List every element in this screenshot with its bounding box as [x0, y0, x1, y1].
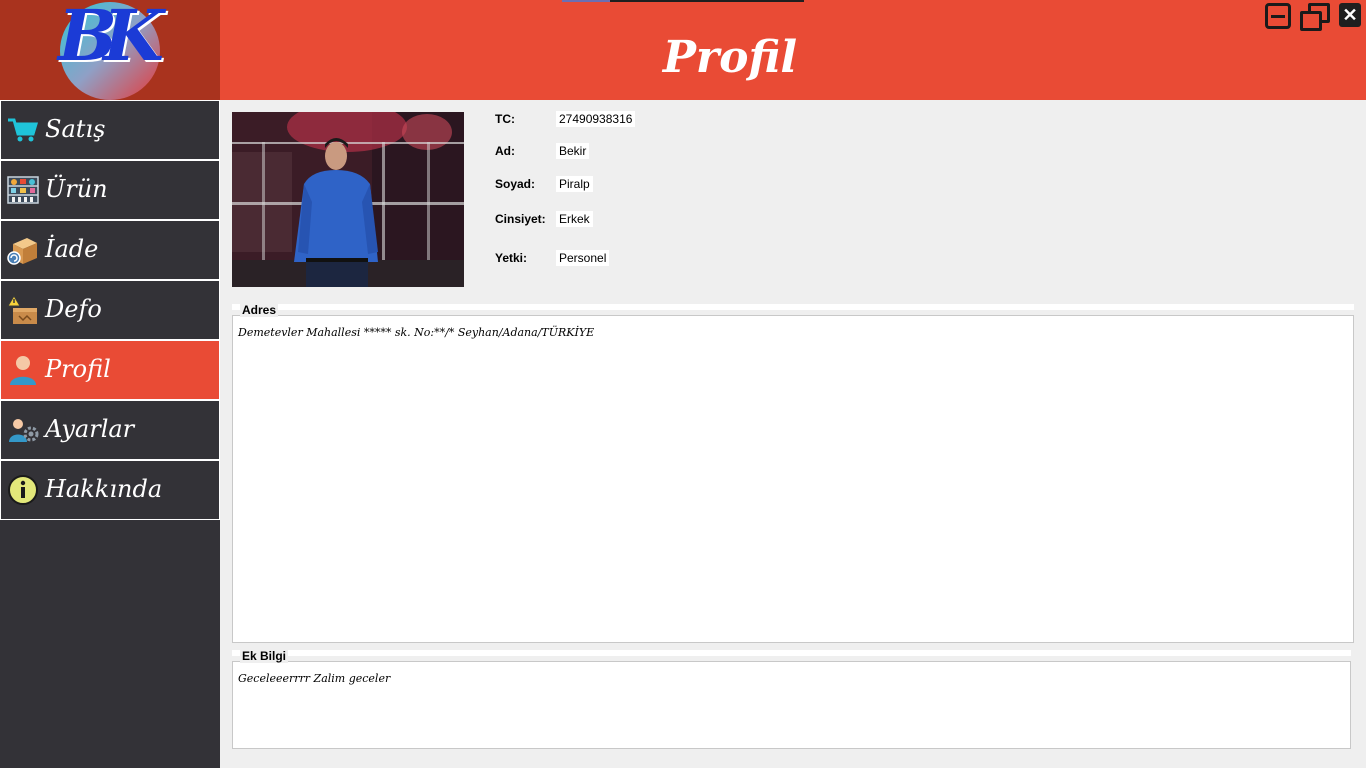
- close-icon[interactable]: ✕: [1339, 3, 1361, 27]
- defect-box-icon: [7, 295, 37, 324]
- app-logo: BK: [0, 0, 220, 100]
- cinsiyet-value: Erkek: [556, 211, 593, 227]
- address-box[interactable]: [232, 315, 1354, 643]
- sidebar-item-label: Satış: [45, 115, 106, 143]
- logo-text: BK: [58, 0, 164, 77]
- restore-icon[interactable]: [1298, 3, 1332, 33]
- sidebar-item-profil[interactable]: Profil: [0, 340, 220, 400]
- minimize-icon[interactable]: [1265, 3, 1291, 29]
- sidebar-item-label: İade: [45, 235, 99, 263]
- cart-icon: [8, 118, 39, 142]
- ad-value: Bekir: [556, 143, 590, 159]
- extra-info-box[interactable]: [232, 661, 1351, 749]
- sidebar-item-hakkinda[interactable]: Hakkında: [0, 460, 220, 520]
- extra-info-text: Geceleeerrrr Zalim geceler: [238, 672, 391, 685]
- sidebar-item-ayarlar[interactable]: Ayarlar: [0, 400, 220, 460]
- sidebar-item-label: Hakkında: [45, 475, 163, 503]
- sidebar-item-label: Ayarlar: [45, 415, 135, 443]
- sidebar: Satış Ürün İade Defo Profil Ayarlar Hakk…: [0, 100, 220, 768]
- soyad-label: Soyad:: [495, 177, 536, 191]
- header-bar: Profil: [220, 0, 1366, 100]
- user-icon: [10, 356, 36, 385]
- sidebar-item-label: Ürün: [45, 175, 108, 203]
- info-icon: [8, 475, 38, 505]
- page-title: Profil: [662, 32, 798, 83]
- sidebar-item-defo[interactable]: Defo: [0, 280, 220, 340]
- tc-label: TC:: [495, 112, 515, 126]
- top-edge-tab: [562, 0, 804, 2]
- yetki-value: Personel: [556, 250, 610, 266]
- sidebar-item-satis[interactable]: Satış: [0, 100, 220, 160]
- tc-value: 27490938316: [556, 111, 636, 127]
- extra-info-group: Ek Bilgi Geceleeerrrr Zalim geceler: [232, 650, 1351, 749]
- address-group: Adres Demetevler Mahallesi ***** sk. No:…: [232, 304, 1354, 643]
- address-text: Demetevler Mahallesi ***** sk. No:**/* S…: [238, 326, 595, 339]
- soyad-value: Piralp: [556, 176, 593, 192]
- sidebar-item-label: Profil: [45, 355, 111, 383]
- products-icon: [7, 176, 39, 204]
- sidebar-item-urun[interactable]: Ürün: [0, 160, 220, 220]
- yetki-label: Yetki:: [495, 251, 528, 265]
- profile-photo: [232, 112, 464, 287]
- return-box-icon: [7, 238, 37, 265]
- sidebar-item-label: Defo: [45, 295, 102, 323]
- cinsiyet-label: Cinsiyet:: [495, 212, 546, 226]
- ad-label: Ad:: [495, 144, 515, 158]
- address-title: Adres: [240, 303, 279, 317]
- sidebar-item-iade[interactable]: İade: [0, 220, 220, 280]
- user-settings-icon: [9, 419, 39, 442]
- extra-info-title: Ek Bilgi: [240, 649, 289, 663]
